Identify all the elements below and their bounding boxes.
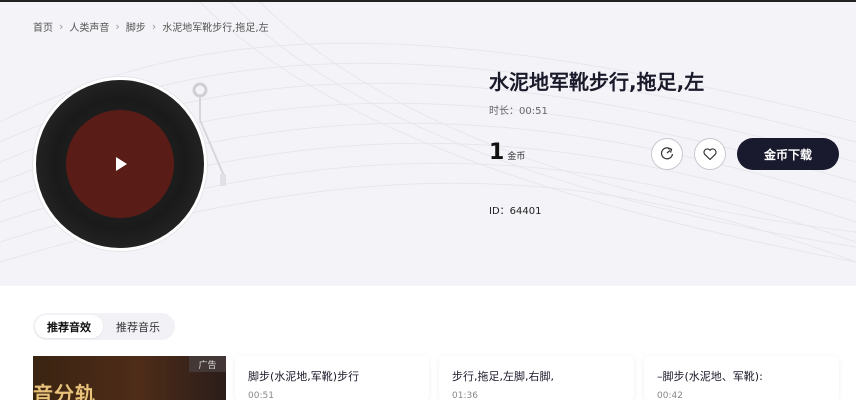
list-item-title: 步行,拖足,左脚,右脚, bbox=[452, 370, 554, 383]
breadcrumb-current: 水泥地军靴步行,拖足,左 bbox=[162, 23, 269, 34]
sound-hero: 首页 › 人类声音 › 脚步 › 水泥地军靴步行,拖足,左 水泥地军靴步行,拖足… bbox=[0, 2, 856, 286]
vinyl-record bbox=[36, 80, 204, 248]
breadcrumb-home[interactable]: 首页 bbox=[33, 19, 53, 34]
sound-title: 水泥地军靴步行,拖足,左 bbox=[489, 70, 705, 94]
ad-badge: 广告 bbox=[189, 356, 226, 372]
tab-recommended-music[interactable]: 推荐音乐 bbox=[103, 315, 173, 338]
list-item-duration: 00:42 bbox=[657, 391, 683, 400]
chevron-right-icon: › bbox=[115, 20, 120, 33]
favorite-button[interactable] bbox=[694, 138, 726, 170]
list-item-title: –脚步(水泥地、军靴): bbox=[657, 370, 763, 383]
share-icon bbox=[660, 147, 674, 160]
play-icon[interactable] bbox=[108, 152, 132, 176]
ad-card[interactable]: 音分轨 广告 bbox=[33, 356, 226, 400]
sound-duration: 时长：00:51 bbox=[489, 106, 548, 117]
chevron-right-icon: › bbox=[151, 20, 157, 33]
ad-text: 音分轨 bbox=[33, 382, 96, 400]
tab-recommended-sounds[interactable]: 推荐音效 bbox=[35, 315, 103, 338]
recommend-tabs: 推荐音效 推荐音乐 bbox=[33, 313, 175, 340]
list-item[interactable]: 步行,拖足,左脚,右脚, 01:36 bbox=[439, 356, 634, 400]
vinyl-label bbox=[66, 110, 174, 218]
download-button[interactable]: 金币下载 bbox=[737, 138, 839, 170]
sound-id: ID：64401 bbox=[489, 206, 542, 217]
breadcrumb-category[interactable]: 人类声音 bbox=[69, 19, 109, 34]
share-button[interactable] bbox=[651, 138, 683, 170]
breadcrumb: 首页 › 人类声音 › 脚步 › 水泥地军靴步行,拖足,左 bbox=[33, 19, 269, 34]
list-item-duration: 01:36 bbox=[452, 391, 478, 400]
price-value: 1 bbox=[489, 140, 505, 165]
heart-icon bbox=[703, 148, 717, 161]
list-item-title: 脚步(水泥地,军靴)步行 bbox=[248, 370, 360, 383]
breadcrumb-subcategory[interactable]: 脚步 bbox=[126, 19, 146, 34]
price-unit: 金币 bbox=[507, 152, 526, 162]
chevron-right-icon: › bbox=[59, 20, 64, 33]
list-item[interactable]: –脚步(水泥地、军靴): 00:42 bbox=[644, 356, 839, 400]
list-item-duration: 00:51 bbox=[248, 391, 274, 400]
list-item[interactable]: 脚步(水泥地,军靴)步行 00:51 bbox=[235, 356, 429, 400]
price: 1 金币 bbox=[489, 140, 525, 165]
